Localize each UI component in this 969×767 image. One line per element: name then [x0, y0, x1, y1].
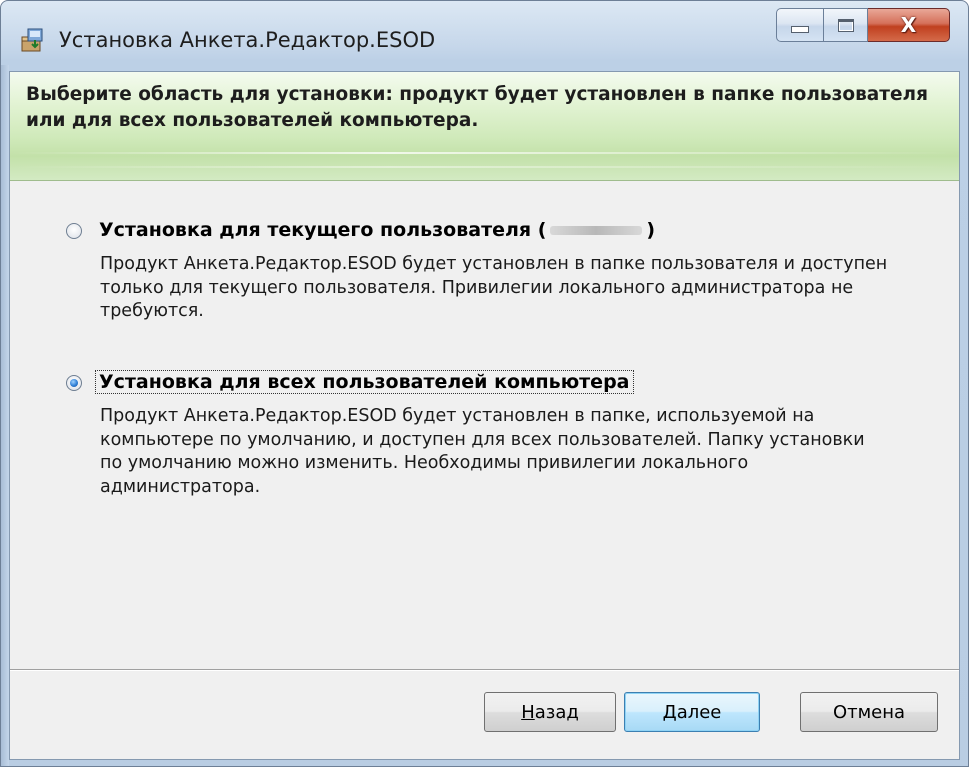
back-button[interactable]: Назад [484, 692, 616, 732]
next-mnemonic: Д [662, 701, 677, 723]
installer-app-icon [21, 28, 43, 52]
window-title: Установка Анкета.Редактор.ESOD [59, 28, 436, 52]
header-banner: Выберите область для установки: продукт … [10, 72, 959, 181]
close-icon: X [900, 13, 917, 37]
next-button[interactable]: Далее [624, 692, 760, 732]
button-separator [10, 669, 959, 671]
current-user-label[interactable]: Установка для текущего пользователя () [96, 219, 658, 241]
redacted-username [550, 226, 643, 235]
banner-decoration [10, 166, 959, 168]
close-button[interactable]: X [868, 8, 950, 42]
banner-decoration [10, 152, 959, 154]
back-label: азад [534, 701, 579, 723]
minimize-icon [791, 25, 809, 33]
next-label: алее [676, 701, 722, 723]
all-users-radio[interactable] [66, 375, 82, 391]
all-users-description: Продукт Анкета.Редактор.ESOD будет устан… [100, 406, 865, 497]
minimize-button[interactable] [776, 8, 824, 42]
dialog-client-area: Выберите область для установки: продукт … [9, 71, 960, 760]
window-frame-edge [1, 65, 9, 766]
all-users-label[interactable]: Установка для всех пользователей компьют… [95, 370, 634, 394]
current-user-radio[interactable] [66, 223, 82, 239]
title-bar[interactable]: Установка Анкета.Редактор.ESOD X [1, 1, 968, 65]
cancel-button[interactable]: Отмена [800, 692, 938, 732]
installer-window: Установка Анкета.Редактор.ESOD X Выберит… [0, 0, 969, 767]
maximize-icon [837, 18, 854, 32]
banner-heading: Выберите область для установки: продукт … [26, 84, 928, 131]
maximize-button[interactable] [824, 8, 868, 42]
back-mnemonic: Н [521, 701, 535, 723]
current-user-description: Продукт Анкета.Редактор.ESOD будет устан… [100, 254, 888, 321]
caption-buttons: X [776, 8, 950, 42]
